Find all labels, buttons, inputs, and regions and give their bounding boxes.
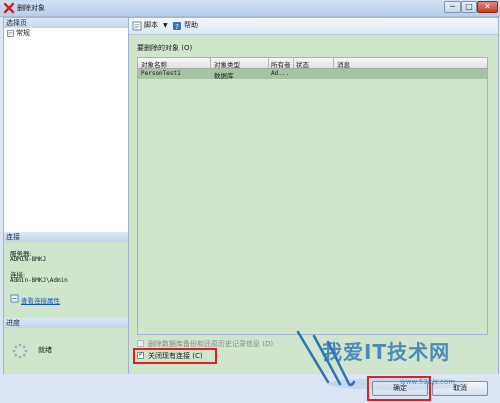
left-panel: 选择页 常规 连接 服务器: ADMIN-BMKJ 连接: Admin-BMKJ… [3,17,129,375]
right-panel: 脚本 ▼ ? 帮助 要删除的对象 (O) 对象名称 对象类型 所有者 状态 消息… [128,17,499,375]
delete-object-dialog: 删除对象 ─ □ ✕ 选择页 常规 连接 服务器: ADMIN-BMKJ 连接:… [0,0,500,403]
view-connection-properties-link[interactable]: 查看连接属性 [21,295,60,305]
progress-info: 就绪 [4,328,128,374]
cell-object-name: PersonTest1 [141,70,181,77]
progress-status: 就绪 [38,346,52,354]
table-row[interactable]: PersonTest1 数据库 Ad... [138,69,487,80]
page-item-label: 常规 [16,29,30,37]
watermark-url: www.52itjs.com [400,378,456,386]
annotation-highlight-box [133,348,217,364]
window-title: 删除对象 [17,4,45,12]
script-dropdown-arrow-icon[interactable]: ▼ [163,21,168,30]
progress-spinner-icon [12,343,28,359]
delete-red-x-icon [3,2,15,14]
delete-backup-history-checkbox[interactable] [137,340,144,347]
help-icon: ? [173,22,181,31]
grid-header: 对象名称 对象类型 所有者 状态 消息 [138,58,487,69]
column-separator [210,58,211,68]
connection-value: Admin-BMKJ\Admin [10,277,68,284]
cell-owner: Ad... [271,70,290,77]
column-header-status[interactable]: 状态 [296,59,309,69]
connection-header: 连接 [4,232,128,242]
column-separator [268,58,269,68]
column-header-object-name[interactable]: 对象名称 [141,59,167,69]
watermark-text: 我爱IT技术网 [322,340,451,364]
page-item-general[interactable]: 常规 [6,29,86,38]
objects-grid[interactable]: 对象名称 对象类型 所有者 状态 消息 PersonTest1 数据库 Ad..… [137,57,488,335]
script-button[interactable]: 脚本 [144,21,158,30]
progress-header: 进度 [4,318,128,328]
script-icon [132,21,142,31]
connection-properties-icon [10,294,19,303]
svg-text:?: ? [175,23,179,31]
minimize-button[interactable]: ─ [444,1,461,13]
objects-to-delete-label: 要删除的对象 (O) [137,44,193,52]
column-header-message[interactable]: 消息 [337,59,350,69]
help-button[interactable]: 帮助 [184,21,198,30]
general-page-content: 要删除的对象 (O) 对象名称 对象类型 所有者 状态 消息 PersonTes… [129,35,498,374]
toolbar: 脚本 ▼ ? 帮助 [129,18,498,35]
select-page-header: 选择页 [4,18,128,28]
close-button[interactable]: ✕ [477,1,498,13]
maximize-button[interactable]: □ [461,1,477,13]
cell-object-type: 数据库 [214,72,234,80]
column-header-owner[interactable]: 所有者 [271,59,291,69]
server-value: ADMIN-BMKJ [10,256,47,263]
column-separator [333,58,334,68]
column-separator [293,58,294,68]
column-header-object-type[interactable]: 对象类型 [214,59,240,69]
page-icon [7,30,14,37]
connection-info: 服务器: ADMIN-BMKJ 连接: Admin-BMKJ\Admin 查看连… [4,242,128,318]
title-bar: 删除对象 ─ □ ✕ [0,0,500,17]
